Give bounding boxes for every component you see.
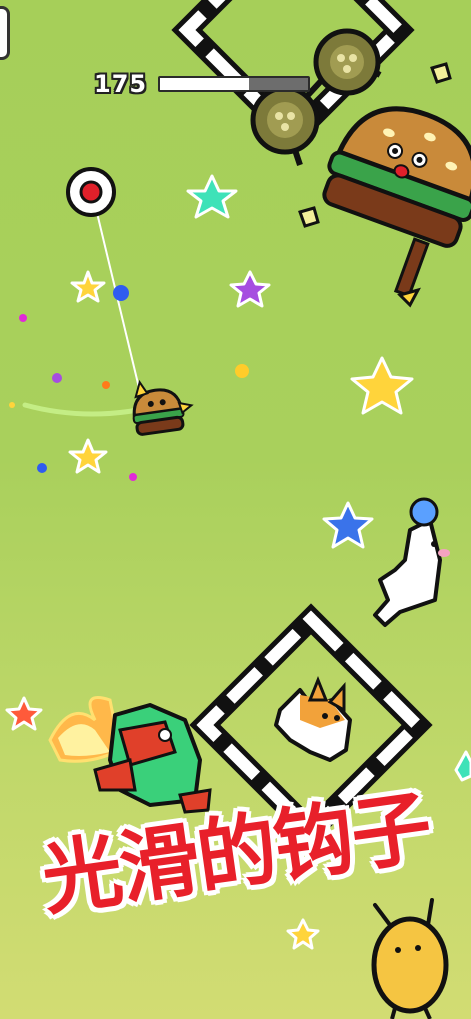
confetti-dots (9, 285, 249, 481)
alpaca (373, 497, 450, 627)
level-progress-bar (158, 76, 310, 92)
burger-monster-boss (250, 28, 471, 308)
motion-trail (22, 402, 141, 417)
pause-button[interactable] (0, 6, 10, 60)
burger-player (132, 379, 194, 436)
green-dragon (48, 696, 212, 814)
level-progress-fill (160, 78, 249, 90)
potato-creature (371, 898, 449, 1019)
score-counter: 175 (94, 70, 148, 98)
anchor-hook-icon (66, 167, 141, 393)
corgi-dog (274, 675, 352, 762)
